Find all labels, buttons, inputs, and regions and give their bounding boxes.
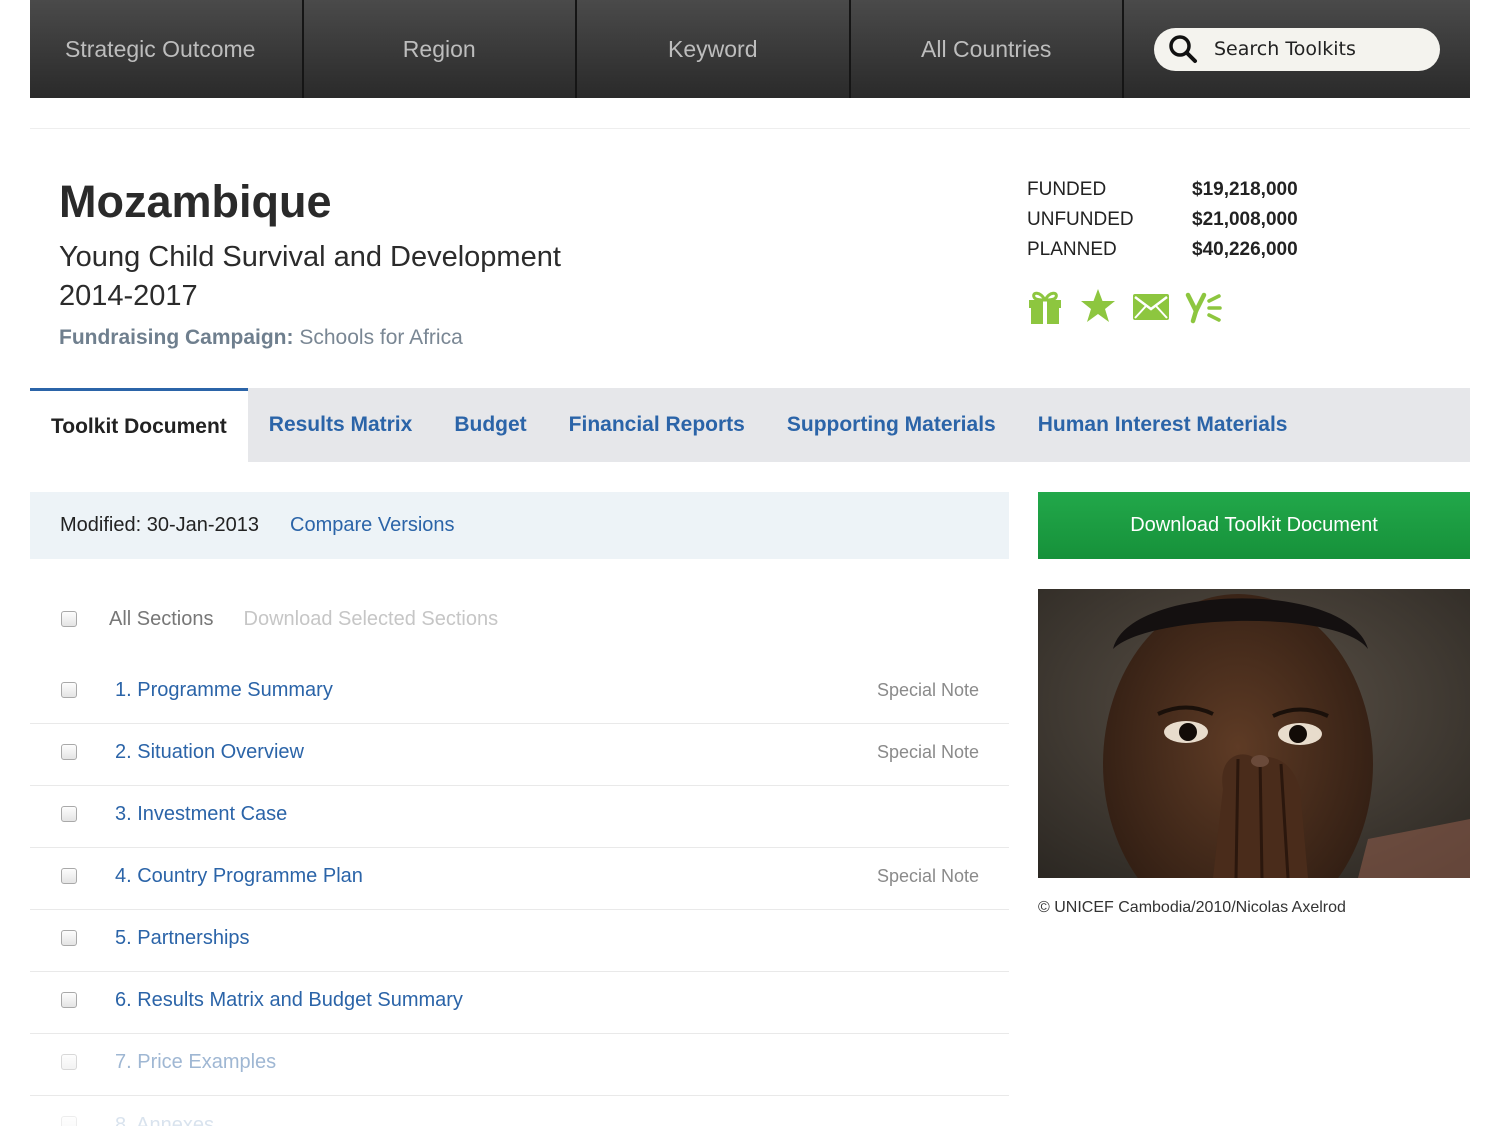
section-checkbox[interactable] — [61, 743, 77, 760]
programme-years: 2014-2017 — [59, 280, 198, 312]
section-link[interactable]: 3. Investment Case — [115, 803, 287, 826]
funding-row-planned: PLANNED $40,226,000 — [1027, 235, 1298, 265]
tab-budget[interactable]: Budget — [433, 388, 547, 462]
funding-value: $19,218,000 — [1192, 179, 1298, 200]
search-box[interactable] — [1154, 27, 1440, 71]
section-row: 5. Partnerships — [30, 910, 1009, 972]
download-selected-link[interactable]: Download Selected Sections — [244, 608, 499, 631]
search-input[interactable] — [1214, 38, 1414, 60]
section-link[interactable]: 2. Situation Overview — [115, 741, 304, 764]
section-link[interactable]: 5. Partnerships — [115, 927, 250, 950]
gift-icon[interactable] — [1026, 287, 1064, 325]
select-all-row: All Sections Download Selected Sections — [30, 598, 1009, 640]
nav-search-cell — [1124, 0, 1470, 98]
tab-supporting-materials[interactable]: Supporting Materials — [766, 388, 1017, 462]
nav-region[interactable]: Region — [304, 0, 577, 98]
section-row: 1. Programme Summary Special Note — [30, 662, 1009, 724]
campaign-value: Schools for Africa — [299, 326, 463, 349]
section-row: 2. Situation Overview Special Note — [30, 724, 1009, 786]
section-checkbox[interactable] — [61, 1053, 77, 1070]
page-title: Mozambique — [59, 176, 332, 227]
funding-label: PLANNED — [1027, 239, 1117, 260]
photo-credit: © UNICEF Cambodia/2010/Nicolas Axelrod — [1038, 899, 1346, 916]
fundraising-campaign: Fundraising Campaign: Schools for Africa — [59, 326, 463, 350]
funding-label: UNFUNDED — [1027, 209, 1134, 230]
section-checkbox[interactable] — [61, 867, 77, 884]
top-nav: Strategic Outcome Region Keyword All Cou… — [30, 0, 1470, 98]
section-link[interactable]: 6. Results Matrix and Budget Summary — [115, 989, 463, 1012]
action-icons — [1026, 287, 1238, 325]
section-checkbox[interactable] — [61, 681, 77, 698]
tab-human-interest-materials[interactable]: Human Interest Materials — [1017, 388, 1309, 462]
header-divider — [30, 128, 1470, 129]
special-note[interactable]: Special Note — [877, 866, 979, 887]
yammer-icon[interactable] — [1185, 287, 1223, 325]
section-row: 6. Results Matrix and Budget Summary — [30, 972, 1009, 1034]
nav-strategic-outcome[interactable]: Strategic Outcome — [30, 0, 304, 98]
sections-list: 1. Programme Summary Special Note 2. Sit… — [30, 662, 1009, 1126]
campaign-label: Fundraising Campaign: — [59, 326, 294, 349]
mail-icon[interactable] — [1132, 287, 1170, 325]
tab-financial-reports[interactable]: Financial Reports — [548, 388, 766, 462]
all-sections-checkbox[interactable] — [61, 611, 77, 627]
tab-bar: Toolkit Document Results Matrix Budget F… — [30, 388, 1470, 462]
programme-name: Young Child Survival and Development — [59, 241, 561, 273]
funding-label: FUNDED — [1027, 179, 1107, 200]
tab-toolkit-document[interactable]: Toolkit Document — [30, 388, 248, 462]
section-row: 4. Country Programme Plan Special Note — [30, 848, 1009, 910]
section-link[interactable]: 1. Programme Summary — [115, 679, 333, 702]
section-row: 7. Price Examples — [30, 1034, 1009, 1096]
section-link[interactable]: 7. Price Examples — [115, 1051, 276, 1074]
section-checkbox[interactable] — [61, 1116, 77, 1126]
special-note[interactable]: Special Note — [877, 680, 979, 701]
section-checkbox[interactable] — [61, 929, 77, 946]
download-toolkit-button[interactable]: Download Toolkit Document — [1038, 492, 1470, 559]
compare-versions-link[interactable]: Compare Versions — [290, 514, 455, 537]
section-link[interactable]: 4. Country Programme Plan — [115, 865, 363, 888]
section-checkbox[interactable] — [61, 805, 77, 822]
section-row: 8. Annexes — [30, 1096, 1009, 1126]
section-row: 3. Investment Case — [30, 786, 1009, 848]
section-link[interactable]: 8. Annexes — [115, 1114, 214, 1126]
child-photo — [1038, 589, 1470, 878]
funding-value: $40,226,000 — [1192, 239, 1298, 260]
funding-summary: FUNDED $19,218,000 UNFUNDED $21,008,000 … — [1027, 175, 1298, 265]
search-icon — [1169, 35, 1197, 63]
star-icon[interactable] — [1079, 287, 1117, 325]
special-note[interactable]: Special Note — [877, 742, 979, 763]
funding-row-unfunded: UNFUNDED $21,008,000 — [1027, 205, 1298, 235]
nav-all-countries[interactable]: All Countries — [851, 0, 1124, 98]
modified-bar: Modified: 30-Jan-2013 Compare Versions — [30, 492, 1009, 559]
modified-date: Modified: 30-Jan-2013 — [60, 514, 260, 536]
nav-keyword[interactable]: Keyword — [577, 0, 851, 98]
programme-title: Young Child Survival and Development 201… — [59, 238, 659, 316]
section-checkbox[interactable] — [61, 991, 77, 1008]
tab-results-matrix[interactable]: Results Matrix — [248, 388, 434, 462]
all-sections-label: All Sections — [109, 607, 214, 630]
funding-value: $21,008,000 — [1192, 209, 1298, 230]
funding-row-funded: FUNDED $19,218,000 — [1027, 175, 1298, 205]
